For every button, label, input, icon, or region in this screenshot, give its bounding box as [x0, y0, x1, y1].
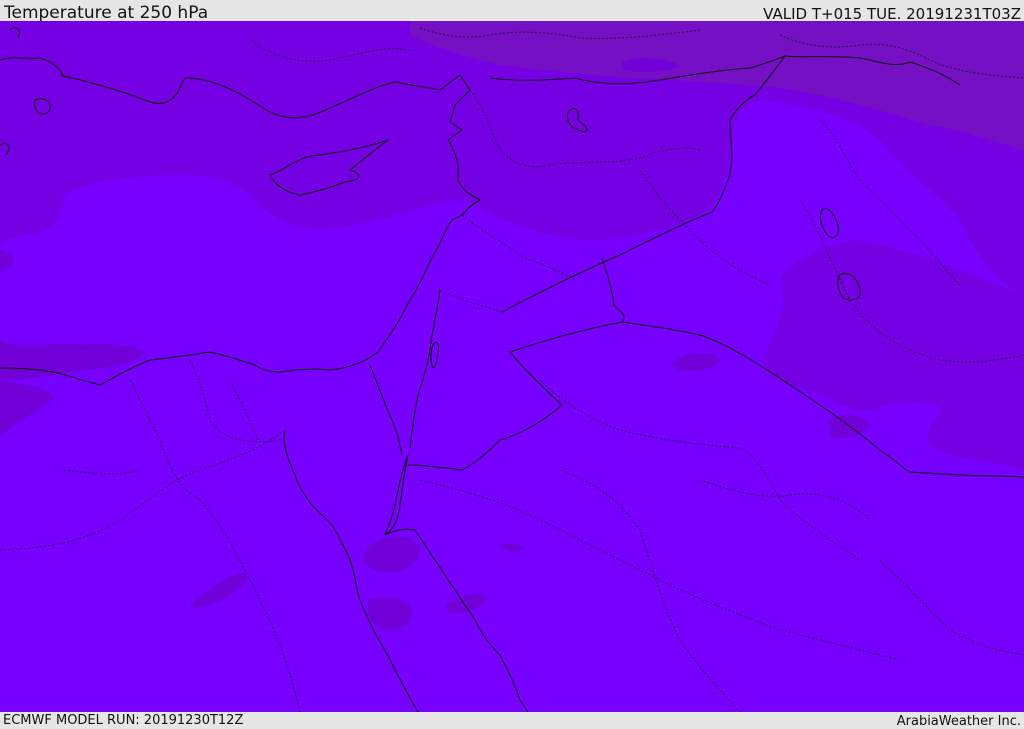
credit-label: ArabiaWeather Inc. [896, 714, 1021, 729]
temperature-map [0, 21, 1024, 712]
map-title: Temperature at 250 hPa [4, 3, 209, 23]
map-figure: Temperature at 250 hPa VALID T+015 TUE. … [0, 0, 1024, 729]
model-run-label: ECMWF MODEL RUN: 20191230T12Z [3, 713, 244, 728]
header-bar: Temperature at 250 hPa VALID T+015 TUE. … [0, 0, 1024, 23]
